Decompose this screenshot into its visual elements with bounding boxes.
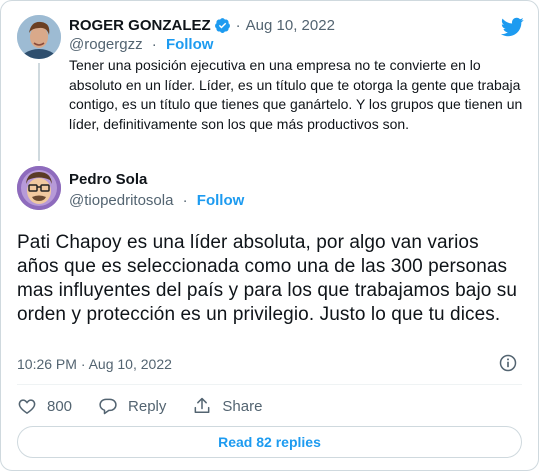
parent-tweet-text: Tener una posición ejecutiva en una empr… bbox=[69, 57, 523, 132]
reply-button[interactable]: Reply bbox=[98, 396, 166, 416]
separator-dot: · bbox=[151, 36, 157, 53]
twitter-bird-icon[interactable] bbox=[500, 15, 524, 39]
parent-tweet-header: ROGER GONZALEZ · Aug 10, 2022 bbox=[69, 15, 518, 35]
main-tweet-text: Pati Chapoy es una líder absoluta, por a… bbox=[17, 232, 518, 325]
like-count: 800 bbox=[47, 397, 73, 415]
main-handle-row: @tiopedritosola · Follow bbox=[69, 192, 244, 209]
thread-connector-line bbox=[38, 63, 40, 161]
share-icon bbox=[194, 397, 210, 413]
parent-author-name[interactable]: ROGER GONZALEZ bbox=[69, 17, 211, 34]
share-label: Share bbox=[222, 397, 263, 415]
follow-roger-button[interactable]: Follow bbox=[166, 36, 214, 53]
pedro-avatar[interactable] bbox=[17, 166, 61, 210]
tweet-actions: 800 Reply Share bbox=[17, 394, 288, 418]
main-handle[interactable]: @tiopedritosola bbox=[69, 192, 173, 209]
follow-pedro-button[interactable]: Follow bbox=[197, 192, 245, 209]
tweet-embed-card: ROGER GONZALEZ · Aug 10, 2022 @rogergzz … bbox=[0, 0, 539, 471]
main-author-name[interactable]: Pedro Sola bbox=[69, 171, 147, 188]
reply-label: Reply bbox=[128, 397, 167, 415]
verified-badge-icon bbox=[214, 17, 230, 33]
tweet-timestamp[interactable]: 10:26 PM · Aug 10, 2022 bbox=[17, 356, 172, 372]
read-replies-button[interactable]: Read 82 replies bbox=[17, 426, 522, 458]
separator-dot: · bbox=[235, 16, 241, 34]
heart-icon bbox=[18, 399, 36, 414]
parent-handle-row: @rogergzz · Follow bbox=[69, 36, 213, 53]
info-icon[interactable] bbox=[498, 353, 518, 373]
separator-dot: · bbox=[182, 192, 188, 209]
roger-avatar[interactable] bbox=[17, 15, 61, 59]
parent-handle[interactable]: @rogergzz bbox=[69, 36, 143, 53]
share-button[interactable]: Share bbox=[192, 396, 262, 416]
like-button[interactable]: 800 bbox=[17, 396, 72, 416]
actions-divider bbox=[17, 384, 522, 385]
parent-date[interactable]: Aug 10, 2022 bbox=[246, 17, 335, 34]
reply-bubble-icon bbox=[99, 398, 117, 415]
